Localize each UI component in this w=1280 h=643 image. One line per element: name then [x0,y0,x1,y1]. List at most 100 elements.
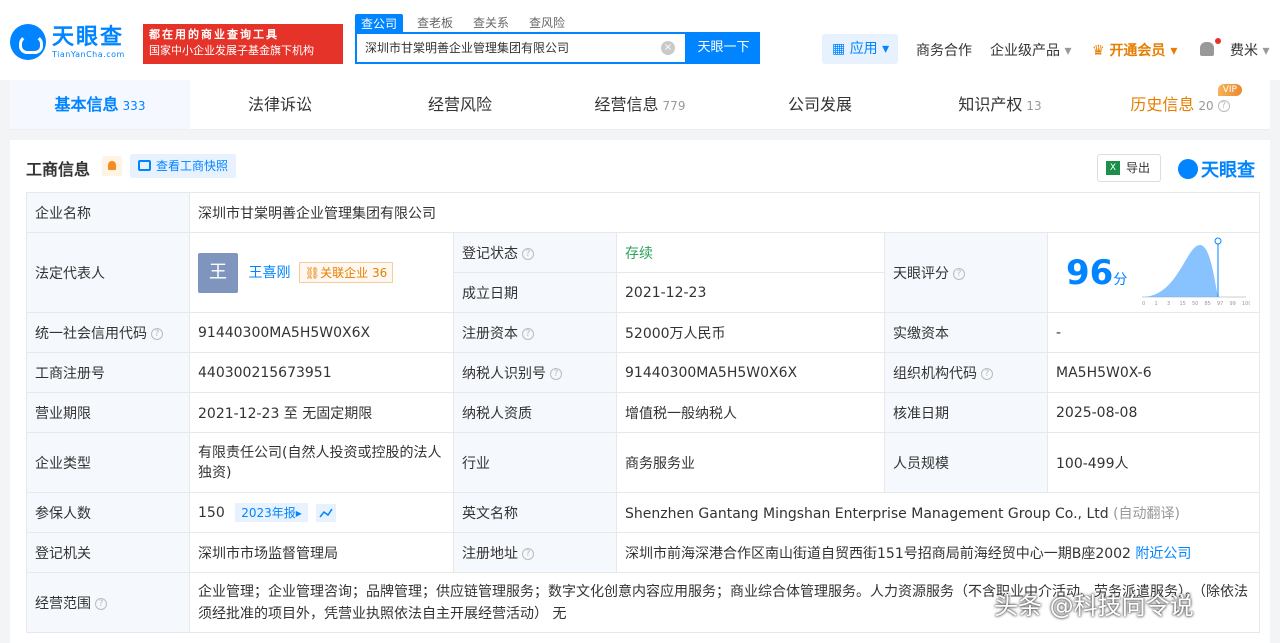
table-row: 统一社会信用代码? 91440300MA5H5W0X6X 注册资本? 52000… [26,312,1260,353]
vip-open-button[interactable]: ♛ 开通会员 ▾ [1092,40,1177,60]
section-title: 工商信息 [26,160,91,179]
logo-domain: TianYanCha.com [52,49,125,59]
score-cell[interactable]: 96分 0 1 3 15 50 85 97 99 100 [1047,232,1260,313]
vip-open-label: 开通会员 [1109,43,1166,59]
taxpayer-id-label: 纳税人识别号? [453,352,617,393]
en-name-label: 英文名称 [453,492,617,533]
company-name-value: 深圳市甘棠明善企业管理集团有限公司 [189,192,1260,233]
reg-no-label: 工商注册号 [26,352,190,393]
help-icon[interactable]: ? [1217,99,1230,112]
trend-chart-icon[interactable] [316,504,337,522]
search-button[interactable]: 天眼一下 [687,32,760,64]
app-menu-button[interactable]: ▦ 应用 ▾ [822,34,898,64]
found-date-label: 成立日期 [453,272,617,313]
legal-rep-link[interactable]: 王喜刚 [248,265,290,281]
term-label: 营业期限 [26,392,190,433]
search-tab-company[interactable]: 查公司 [355,14,404,33]
score-axis-tick: 85 [1205,301,1211,307]
taxpayer-qual-value: 增值税一般纳税人 [616,392,885,433]
nav-business-cooperation[interactable]: 商务合作 [916,40,972,60]
promo-line1: 都在用的商业查询工具 [149,28,279,41]
score-label-text: 天眼评分 [893,265,949,282]
score-axis-tick: 3 [1167,301,1170,307]
search-tab-relation[interactable]: 查关系 [473,14,509,33]
help-icon[interactable]: ? [953,267,965,280]
company-tabs: 基本信息 333 法律诉讼 经营风险 经营信息 779 公司发展 知识产权 13 历史… [10,80,1270,130]
logo[interactable]: 天眼查 TianYanCha.com [10,24,125,60]
clear-icon[interactable]: × [661,41,675,55]
tab-label: 历史信息 [1130,95,1195,114]
tab-ip[interactable]: 知识产权 13 [910,80,1090,129]
help-icon[interactable]: ? [522,247,534,260]
user-menu[interactable]: 费米 ▾ [1230,40,1269,60]
found-date-value: 2021-12-23 [616,272,885,313]
search-tab-risk[interactable]: 查风险 [529,14,565,33]
nav-enterprise-products[interactable]: 企业级产品 ▾ [990,40,1071,60]
search-tab-boss[interactable]: 查老板 [417,14,453,33]
credit-code-value: 91440300MA5H5W0X6X [189,312,454,353]
avatar[interactable]: 王 [198,252,238,293]
reg-no-value: 440300215673951 [189,352,454,393]
annual-report-tag[interactable]: 2023年报▸ [235,503,308,522]
insured-label: 参保人数 [26,492,190,533]
caret-down-icon: ▾ [1064,43,1072,59]
score-axis-tick: 50 [1192,301,1198,307]
tab-count: 13 [1026,99,1042,113]
promo-banner[interactable]: 都在用的商业查询工具 国家中小企业发展子基金旗下机构 [143,24,343,64]
address-value: 深圳市前海深港合作区南山街道自贸西街151号招商局前海经贸中心一期B座2002 [625,545,1131,562]
help-icon[interactable]: ? [522,547,534,560]
org-code-label: 组织机构代码? [884,352,1048,393]
score-axis-tick: 99 [1230,301,1236,307]
table-row: 企业名称 深圳市甘棠明善企业管理集团有限公司 [26,192,1260,233]
reg-capital-value: 52000万人民币 [616,312,885,353]
tab-operation-risk[interactable]: 经营风险 [370,80,550,129]
score-axis-tick: 15 [1180,301,1186,307]
brand-text: 天眼查 [1201,160,1255,181]
scope-label-text: 经营范围 [35,595,91,612]
address-cell: 深圳市前海深港合作区南山街道自贸西街151号招商局前海经贸中心一期B座2002 … [616,532,1260,573]
tab-basic-info[interactable]: 基本信息 333 [10,80,190,129]
reg-status-value: 存续 [616,232,885,273]
vip-badge: VIP [1217,84,1242,96]
notification-bell-icon[interactable] [1200,42,1214,56]
monitor-bell-icon[interactable] [102,156,122,176]
export-button[interactable]: X 导出 [1097,154,1161,182]
related-count: 36 [371,266,388,280]
help-icon[interactable]: ? [151,327,163,340]
company-name-label: 企业名称 [26,192,190,233]
score-label: 天眼评分? [884,232,1048,313]
tab-operation-info[interactable]: 经营信息 779 [550,80,730,129]
staff-size-label: 人员规模 [884,432,1048,493]
related-companies-tag[interactable]: ⛓关联企业 36 [298,262,394,283]
approve-date-label: 核准日期 [884,392,1048,433]
help-icon[interactable]: ? [522,327,534,340]
tab-count: 779 [662,99,686,113]
help-icon[interactable]: ? [981,367,993,380]
tianyancha-logo-icon [10,24,46,60]
search-input[interactable]: 深圳市甘棠明善企业管理集团有限公司 × [355,32,687,64]
taxpayer-id-value: 91440300MA5H5W0X6X [616,352,885,393]
tab-legal[interactable]: 法律诉讼 [190,80,370,129]
snapshot-button[interactable]: 查看工商快照 [130,154,237,178]
search-input-value: 深圳市甘棠明善企业管理集团有限公司 [365,41,570,55]
tab-history[interactable]: 历史信息 20? VIP [1090,80,1270,129]
reg-status-label-text: 登记状态 [462,245,518,262]
authority-value: 深圳市市场监督管理局 [189,532,454,573]
taxpayer-id-label-text: 纳税人识别号 [462,365,546,382]
table-row: 法定代表人 王 王喜刚 ⛓关联企业 36 登记状态? 存续 天眼评分? 96分 … [26,232,1260,313]
tab-development[interactable]: 公司发展 [730,80,910,129]
table-row: 工商注册号 440300215673951 纳税人识别号? 91440300MA… [26,352,1260,393]
credit-code-label-text: 统一社会信用代码 [35,325,147,342]
excel-icon: X [1106,161,1120,175]
credit-code-label: 统一社会信用代码? [26,312,190,353]
org-code-value: MA5H5W0X-6 [1047,352,1260,393]
score-axis-tick: 100 [1242,301,1250,307]
help-icon[interactable]: ? [95,597,107,610]
caret-down-icon: ▾ [882,41,890,57]
help-icon[interactable]: ? [550,367,562,380]
tab-label: 经营信息 [594,95,659,114]
nearby-companies-link[interactable]: 附近公司 [1135,546,1191,562]
address-label: 注册地址? [453,532,617,573]
related-label: 关联企业 [320,266,369,280]
score-distribution-chart: 0 1 3 15 50 85 97 99 100 [1142,237,1250,307]
